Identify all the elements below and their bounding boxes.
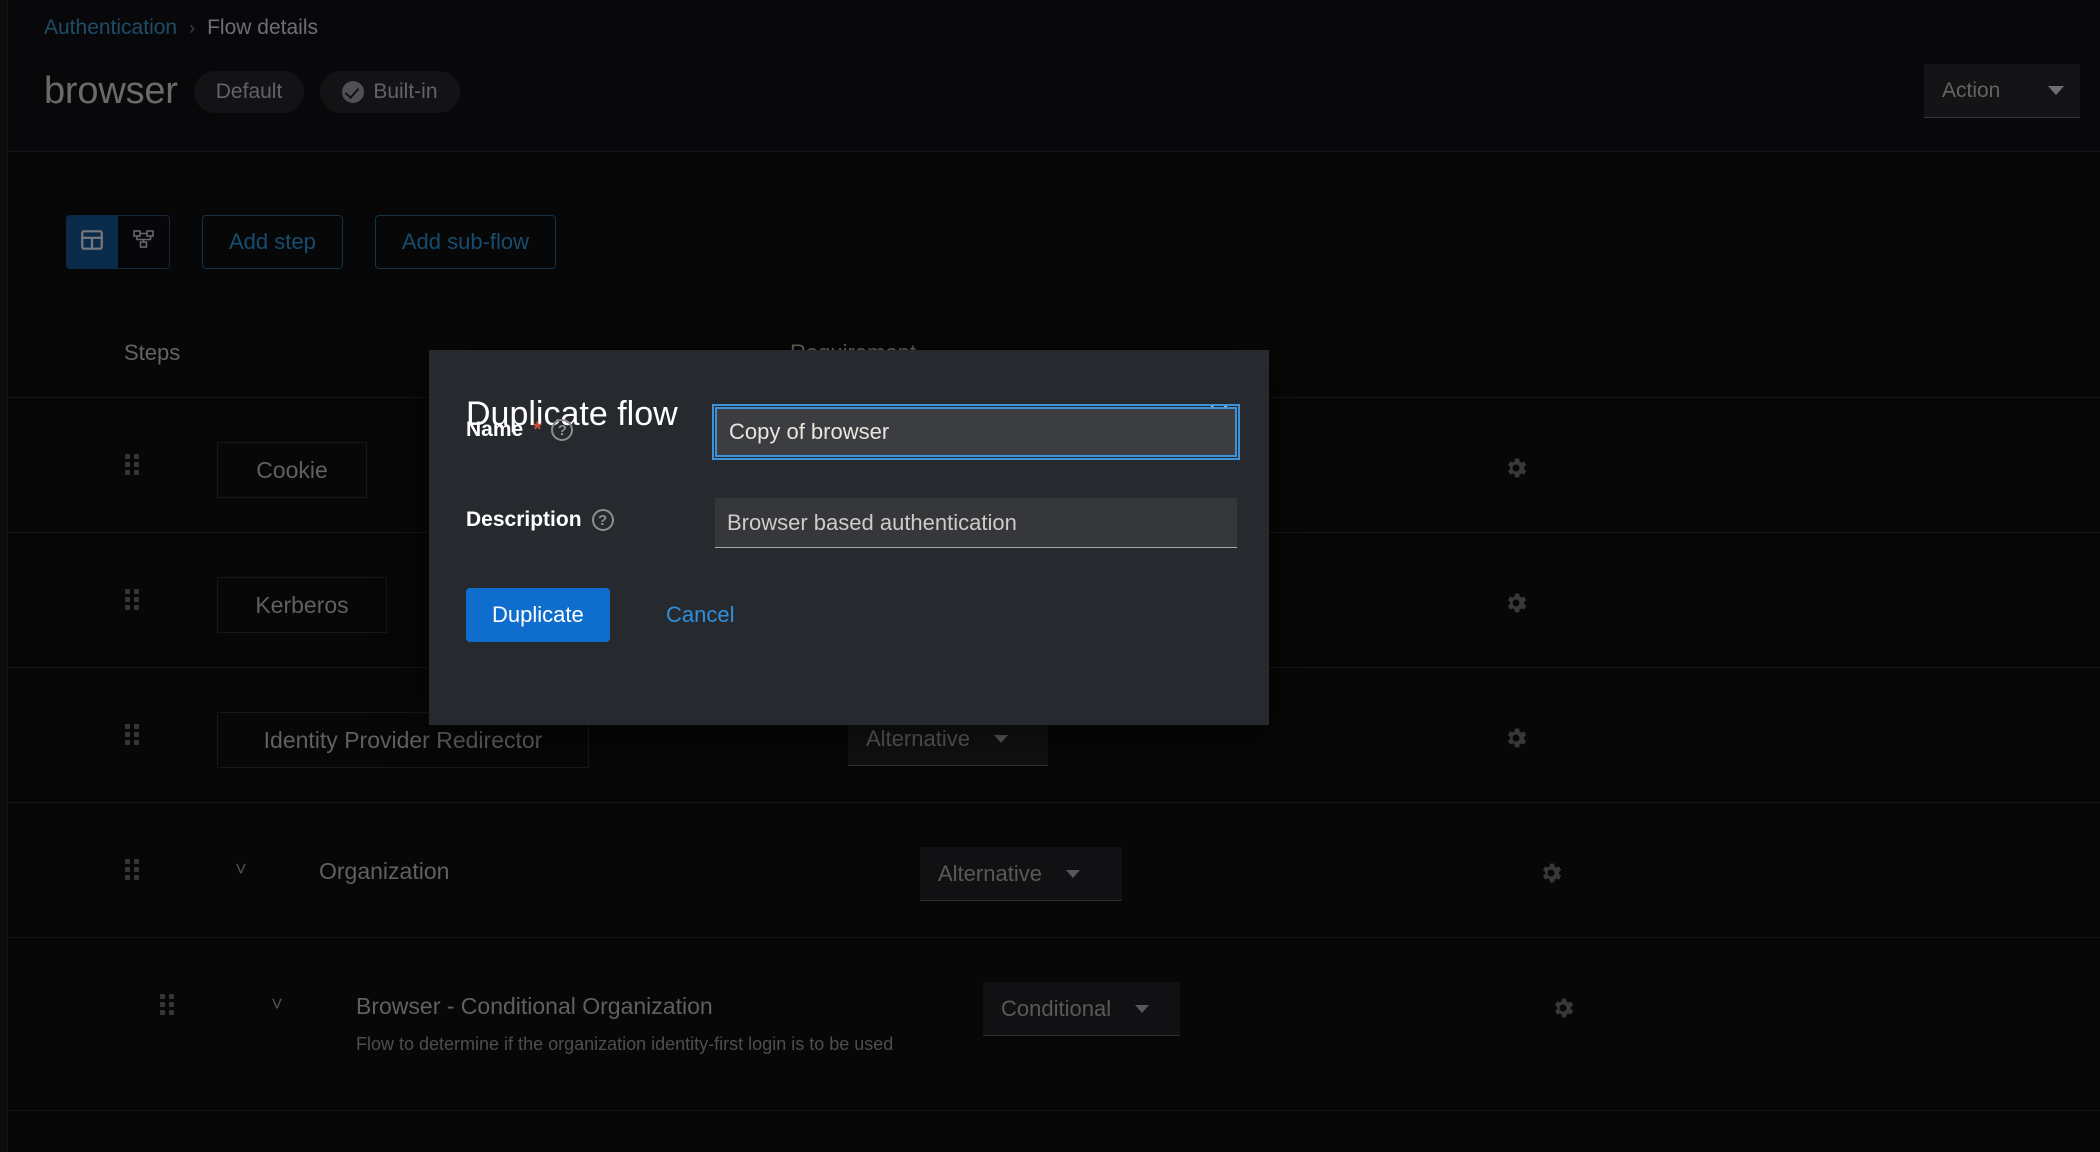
description-label-text: Description [466,508,582,531]
duplicate-flow-modal: Duplicate flow ✕ Name * ? Description ? … [429,350,1269,725]
name-input[interactable] [712,404,1240,460]
description-field-label: Description ? [466,508,614,532]
help-icon[interactable]: ? [551,419,574,441]
cancel-button[interactable]: Cancel [652,588,748,642]
help-icon[interactable]: ? [591,509,614,531]
required-asterisk: * [533,418,542,441]
description-input[interactable] [715,498,1237,548]
name-field-label: Name * ? [466,418,574,442]
name-label-text: Name [466,418,524,441]
duplicate-submit-button[interactable]: Duplicate [466,588,610,642]
